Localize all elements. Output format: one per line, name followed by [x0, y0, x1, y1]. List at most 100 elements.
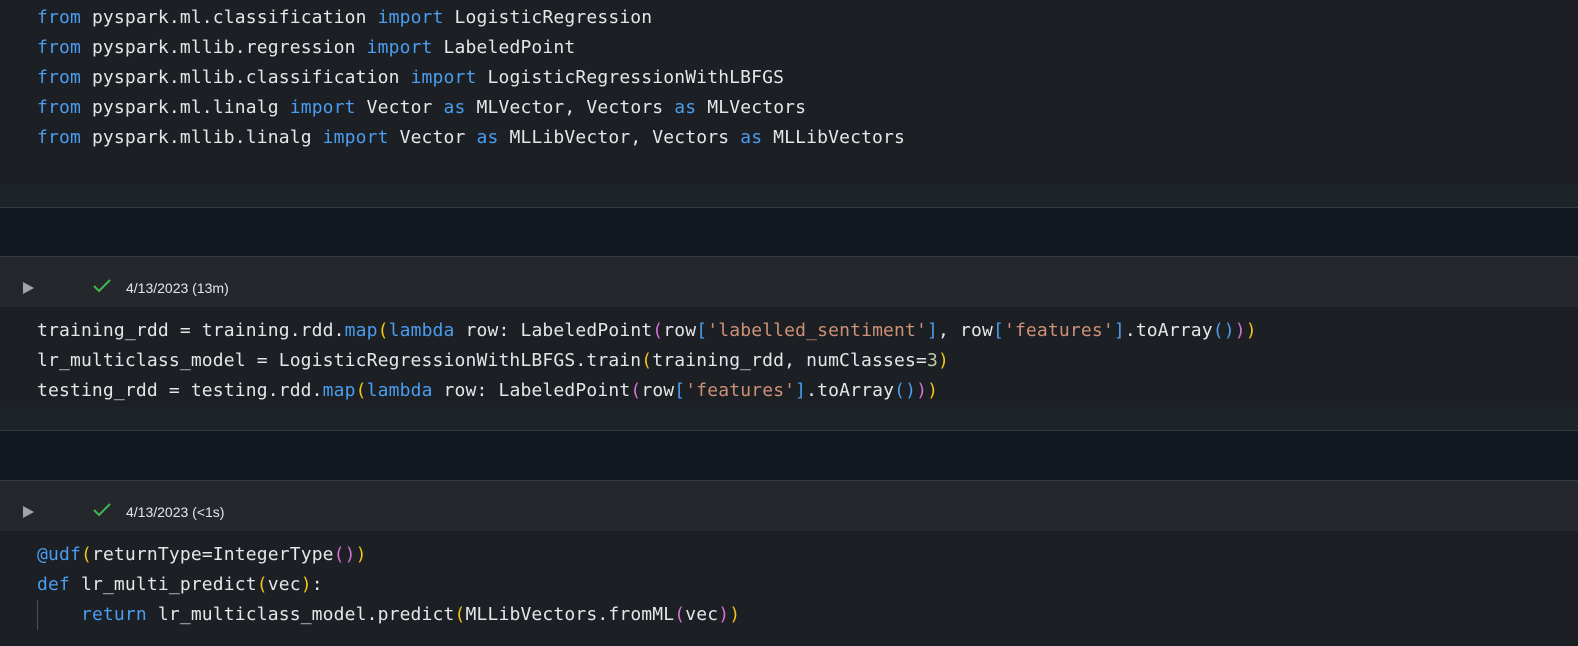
- code-token: [: [674, 380, 686, 401]
- cell-header: 4/13/2023 (13m): [0, 257, 1578, 307]
- code-token: as: [674, 97, 697, 118]
- code-line: training_rdd = training.rdd.map(lambda r…: [37, 319, 1257, 343]
- code-token: return: [80, 604, 147, 625]
- code-token: .toArray: [1124, 320, 1213, 341]
- check-icon: [93, 279, 111, 293]
- code-token: (: [454, 604, 466, 625]
- code-token: row: LabeledPoint: [432, 380, 631, 401]
- code-token: LogisticRegression: [443, 7, 653, 28]
- code-token: (: [674, 604, 686, 625]
- code-line: from pyspark.ml.linalg import Vector as …: [37, 96, 806, 120]
- code-token: pyspark.ml.classification: [80, 7, 378, 28]
- cell-divider: [0, 207, 1578, 208]
- code-token: testing_rdd = testing.rdd.: [37, 380, 323, 401]
- code-token: map: [322, 380, 356, 401]
- code-line: testing_rdd = testing.rdd.map(lambda row…: [37, 379, 938, 403]
- code-token: row: [641, 380, 675, 401]
- run-cell-icon[interactable]: [23, 506, 34, 518]
- code-token: from: [37, 37, 81, 58]
- code-token: row: LabeledPoint: [454, 320, 653, 341]
- code-token: from: [37, 67, 81, 88]
- code-token: from: [37, 97, 81, 118]
- code-token: import: [289, 97, 356, 118]
- code-token: (: [80, 544, 92, 565]
- code-token: ): [729, 604, 741, 625]
- code-token: LabeledPoint: [432, 37, 576, 58]
- code-token: MLLibVectors.fromML: [465, 604, 675, 625]
- code-line: from pyspark.mllib.regression import Lab…: [37, 36, 575, 60]
- code-token: training_rdd = training.rdd.: [37, 320, 345, 341]
- code-token: 'labelled_sentiment': [707, 320, 928, 341]
- code-token: ): [355, 544, 367, 565]
- code-token: (: [630, 380, 642, 401]
- code-token: lr_multi_predict: [69, 574, 257, 595]
- execution-status: 4/13/2023 (<1s): [126, 504, 225, 520]
- notebook-page: from pyspark.ml.classification import Lo…: [0, 0, 1578, 646]
- code-token: (: [377, 320, 389, 341]
- code-cell-3[interactable]: @udf(returnType=IntegerType()) def lr_mu…: [0, 531, 1578, 646]
- code-token: as: [443, 97, 466, 118]
- code-token: MLLibVector, Vectors: [498, 127, 741, 148]
- code-token: LogisticRegressionWithLBFGS: [476, 67, 785, 88]
- code-token: ): [916, 380, 928, 401]
- code-token: ]: [1113, 320, 1125, 341]
- code-token: as: [740, 127, 763, 148]
- code-token: ): [1234, 320, 1246, 341]
- code-token: row: [663, 320, 697, 341]
- code-token: [: [992, 320, 1004, 341]
- code-token: def: [37, 574, 70, 595]
- code-token: pyspark.ml.linalg: [80, 97, 290, 118]
- code-token: import: [322, 127, 389, 148]
- code-token: 'features': [685, 380, 796, 401]
- code-token: MLVectors: [696, 97, 807, 118]
- code-token: import: [366, 37, 433, 58]
- code-token: ): [300, 574, 312, 595]
- code-token: MLLibVectors: [762, 127, 906, 148]
- cell-divider: [0, 430, 1578, 431]
- code-token: from: [37, 127, 81, 148]
- cell-footer: [0, 184, 1578, 208]
- code-token: ): [927, 380, 939, 401]
- code-token: MLVector, Vectors: [465, 97, 675, 118]
- code-token: lambda: [388, 320, 455, 341]
- code-cell-1[interactable]: from pyspark.ml.classification import Lo…: [0, 0, 1578, 184]
- code-token: (): [1212, 320, 1235, 341]
- code-token: import: [410, 67, 477, 88]
- code-token: import: [377, 7, 444, 28]
- code-token: from: [37, 7, 81, 28]
- code-token: Vector: [388, 127, 477, 148]
- code-token: ): [1245, 320, 1257, 341]
- cell-header: 4/13/2023 (<1s): [0, 481, 1578, 531]
- code-token: @udf: [37, 544, 81, 565]
- code-token: 3: [926, 350, 938, 371]
- code-token: , row: [938, 320, 993, 341]
- code-token: (: [355, 380, 367, 401]
- code-cell-2[interactable]: training_rdd = training.rdd.map(lambda r…: [0, 307, 1578, 407]
- code-token: (): [894, 380, 917, 401]
- code-token: ]: [795, 380, 807, 401]
- code-line: return lr_multiclass_model.predict(MLLib…: [37, 603, 740, 627]
- check-icon: [93, 503, 111, 517]
- code-token: vec: [267, 574, 301, 595]
- code-token: training_rdd, numClasses=: [652, 350, 927, 371]
- code-token: Vector: [355, 97, 444, 118]
- code-line: from pyspark.mllib.linalg import Vector …: [37, 126, 905, 150]
- code-token: map: [344, 320, 378, 341]
- code-token: ]: [927, 320, 939, 341]
- code-token: (): [333, 544, 356, 565]
- code-line: from pyspark.ml.classification import Lo…: [37, 6, 652, 30]
- code-line: from pyspark.mllib.classification import…: [37, 66, 784, 90]
- cell-footer: [0, 407, 1578, 431]
- code-token: lambda: [366, 380, 433, 401]
- code-token: (: [641, 350, 653, 371]
- code-token: [: [696, 320, 708, 341]
- code-token: lr_multiclass_model.predict: [146, 604, 455, 625]
- run-cell-icon[interactable]: [23, 282, 34, 294]
- code-token: as: [476, 127, 499, 148]
- code-token: .toArray: [806, 380, 895, 401]
- code-token: lr_multiclass_model = LogisticRegression…: [37, 350, 642, 371]
- code-token: pyspark.mllib.linalg: [80, 127, 323, 148]
- code-line: @udf(returnType=IntegerType()): [37, 543, 367, 567]
- code-token: vec: [685, 604, 719, 625]
